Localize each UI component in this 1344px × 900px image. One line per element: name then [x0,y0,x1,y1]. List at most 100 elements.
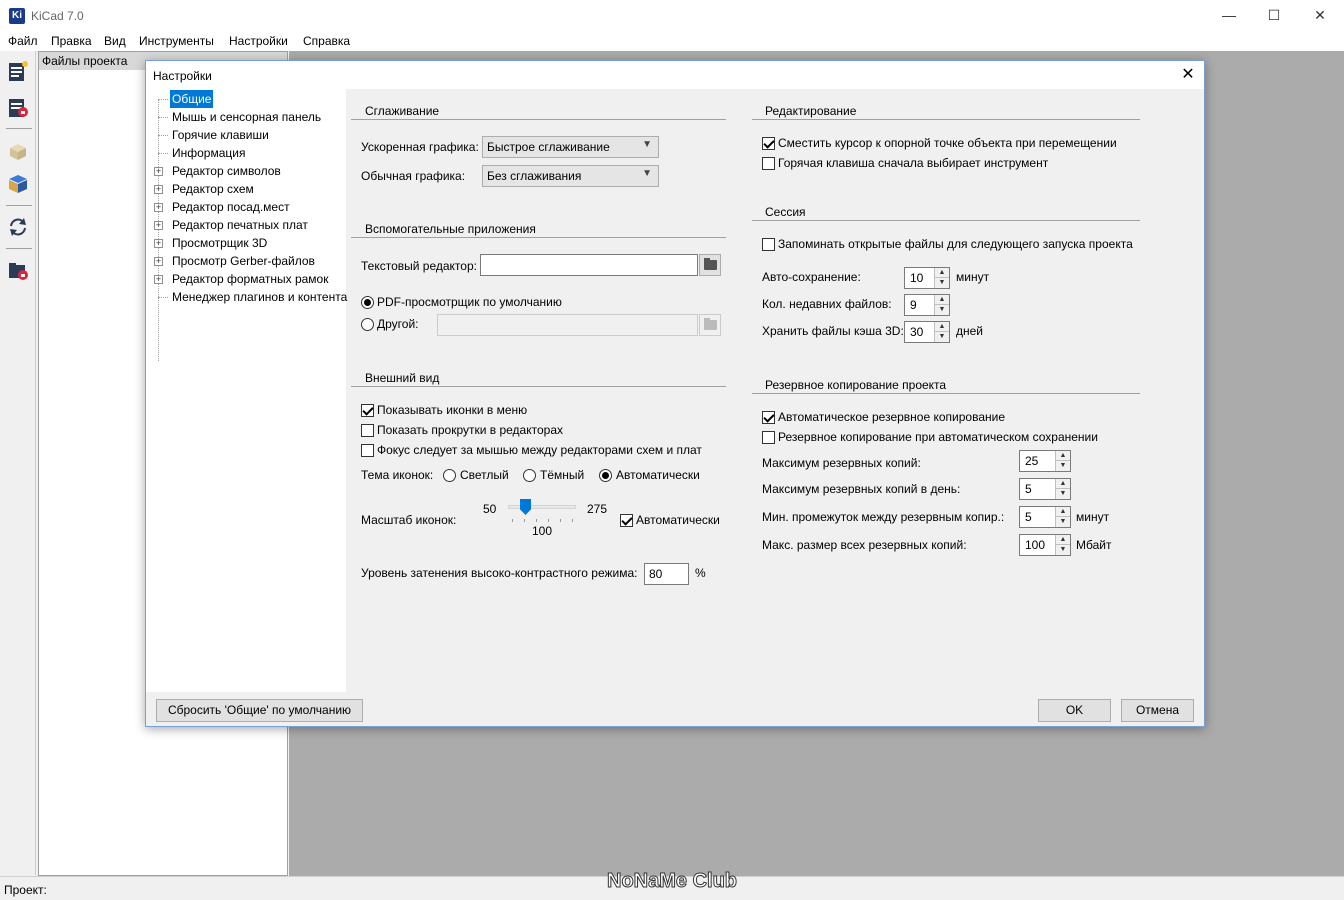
spin-down-icon[interactable]: ▼ [935,332,949,342]
slider-tick [560,519,561,522]
fallback-graphics-label: Обычная графика: [361,169,466,183]
tree-connector [158,99,159,361]
show-icons-menu-checkbox[interactable] [361,404,374,417]
max-size-spin[interactable]: 100 ▲ ▼ [1019,534,1071,556]
tree-expander[interactable]: + [154,167,163,176]
text-editor-input[interactable] [480,254,698,276]
min-interval-unit: минут [1076,510,1110,524]
recent-files-spin[interactable]: 9 ▲ ▼ [904,294,950,316]
toolbar-separator [6,128,32,129]
high-contrast-input[interactable]: 80 [644,563,689,585]
min-interval-spin[interactable]: 5 ▲ ▼ [1019,506,1071,528]
fallback-graphics-value: Без сглаживания [487,169,582,183]
tree-item-hotkeys[interactable]: Горячие клавиши [170,126,271,144]
refresh-icon[interactable] [7,216,29,238]
window-title: KiCad 7.0 [31,9,84,23]
spin-up-icon[interactable]: ▲ [935,295,949,305]
spin-down-icon[interactable]: ▼ [935,278,949,288]
tree-item-schematic-editor[interactable]: Редактор схем [170,180,256,198]
tree-item-general[interactable]: Общие [170,90,214,108]
spin-down-icon[interactable]: ▼ [1056,461,1070,471]
menu-file[interactable]: Файл [8,34,38,48]
show-scrollbars-checkbox[interactable] [361,424,374,437]
pdf-other-radio[interactable] [361,318,374,331]
text-editor-label: Текстовый редактор: [361,259,477,273]
autosave-spin[interactable]: 10 ▲ ▼ [904,267,950,289]
menu-preferences[interactable]: Настройки [229,34,288,48]
open-folder-icon[interactable] [7,260,29,282]
theme-dark-radio[interactable] [523,469,536,482]
accelerated-graphics-combo[interactable]: Быстрое сглаживание ▼ [482,136,659,158]
icon-scale-min: 50 [483,502,497,516]
tree-item-gerber-viewer[interactable]: Просмотр Gerber-файлов [170,252,317,270]
toolbar-separator [6,248,32,249]
cancel-button[interactable]: Отмена [1121,699,1194,722]
backup-on-autosave-checkbox[interactable] [762,431,775,444]
slider-tick [512,519,513,522]
spin-up-icon[interactable]: ▲ [1056,479,1070,489]
tree-expander[interactable]: + [154,185,163,194]
max-backups-spin[interactable]: 25 ▲ ▼ [1019,450,1071,472]
recent-files-label: Кол. недавних файлов: [762,297,892,311]
spin-up-icon[interactable]: ▲ [1056,535,1070,545]
menu-edit[interactable]: Правка [51,34,92,48]
tree-item-3d-viewer[interactable]: Просмотрщик 3D [170,234,269,252]
spin-up-icon[interactable]: ▲ [935,268,949,278]
fallback-graphics-combo[interactable]: Без сглаживания ▼ [482,165,659,187]
antialiasing-section-title: Сглаживание [365,104,440,118]
auto-backup-checkbox[interactable] [762,411,775,424]
spin-up-icon[interactable]: ▲ [1056,451,1070,461]
cache-3d-spin[interactable]: 30 ▲ ▼ [904,321,950,343]
tree-expander[interactable]: + [154,239,163,248]
tree-expander[interactable]: + [154,275,163,284]
tree-item-plugin-manager[interactable]: Менеджер плагинов и контента [170,288,349,306]
dialog-close-button[interactable]: ✕ [1176,63,1200,87]
close-button[interactable]: ✕ [1297,0,1343,31]
theme-light-radio[interactable] [443,469,456,482]
open-project-icon[interactable] [7,96,29,118]
tree-item-info[interactable]: Информация [170,144,247,162]
reset-defaults-button[interactable]: Сбросить 'Общие' по умолчанию [156,699,363,722]
warp-cursor-checkbox[interactable] [762,137,775,150]
tree-item-footprint-editor[interactable]: Редактор посад.мест [170,198,292,216]
spin-up-icon[interactable]: ▲ [1056,507,1070,517]
3d-box-icon[interactable] [7,141,29,163]
spin-up-icon[interactable]: ▲ [935,322,949,332]
tree-item-pcb-editor[interactable]: Редактор печатных плат [170,216,310,234]
tree-item-mouse[interactable]: Мышь и сенсорная панель [170,108,323,126]
tree-item-symbol-editor[interactable]: Редактор символов [170,162,283,180]
menu-tools[interactable]: Инструменты [139,34,214,48]
autosave-value: 10 [910,271,924,285]
maximize-button[interactable]: ☐ [1251,0,1297,31]
icon-scale-slider-track[interactable] [508,505,576,509]
spin-down-icon[interactable]: ▼ [935,305,949,315]
pdf-default-radio[interactable] [361,296,374,309]
menu-view[interactable]: Вид [104,34,126,48]
tree-item-drawing-sheet-editor[interactable]: Редактор форматных рамок [170,270,330,288]
text-editor-browse-button[interactable] [699,254,721,276]
hotkey-tool-checkbox[interactable] [762,157,775,170]
icon-scale-auto-checkbox[interactable] [620,514,633,527]
tree-expander[interactable]: + [154,257,163,266]
spin-down-icon[interactable]: ▼ [1056,545,1070,555]
tree-expander[interactable]: + [154,221,163,230]
new-project-icon[interactable] [7,60,29,82]
dialog-title-bar: Настройки ✕ [146,61,1204,89]
spin-down-icon[interactable]: ▼ [1056,517,1070,527]
max-daily-backups-spin[interactable]: 5 ▲ ▼ [1019,478,1071,500]
menu-help[interactable]: Справка [303,34,350,48]
package-icon[interactable] [7,173,29,195]
theme-auto-radio[interactable] [599,469,612,482]
ok-button[interactable]: OK [1038,699,1111,722]
max-daily-backups-value: 5 [1025,482,1032,496]
focus-follows-checkbox[interactable] [361,444,374,457]
autosave-label: Авто-сохранение: [762,270,861,284]
remember-files-checkbox[interactable] [762,238,775,251]
spin-down-icon[interactable]: ▼ [1056,489,1070,499]
hotkey-tool-label: Горячая клавиша сначала выбирает инструм… [778,156,1049,170]
autosave-unit: минут [956,270,990,284]
pdf-browse-button [699,314,721,336]
tree-expander[interactable]: + [154,203,163,212]
minimize-button[interactable]: — [1206,0,1252,31]
icon-scale-value: 100 [532,524,553,538]
